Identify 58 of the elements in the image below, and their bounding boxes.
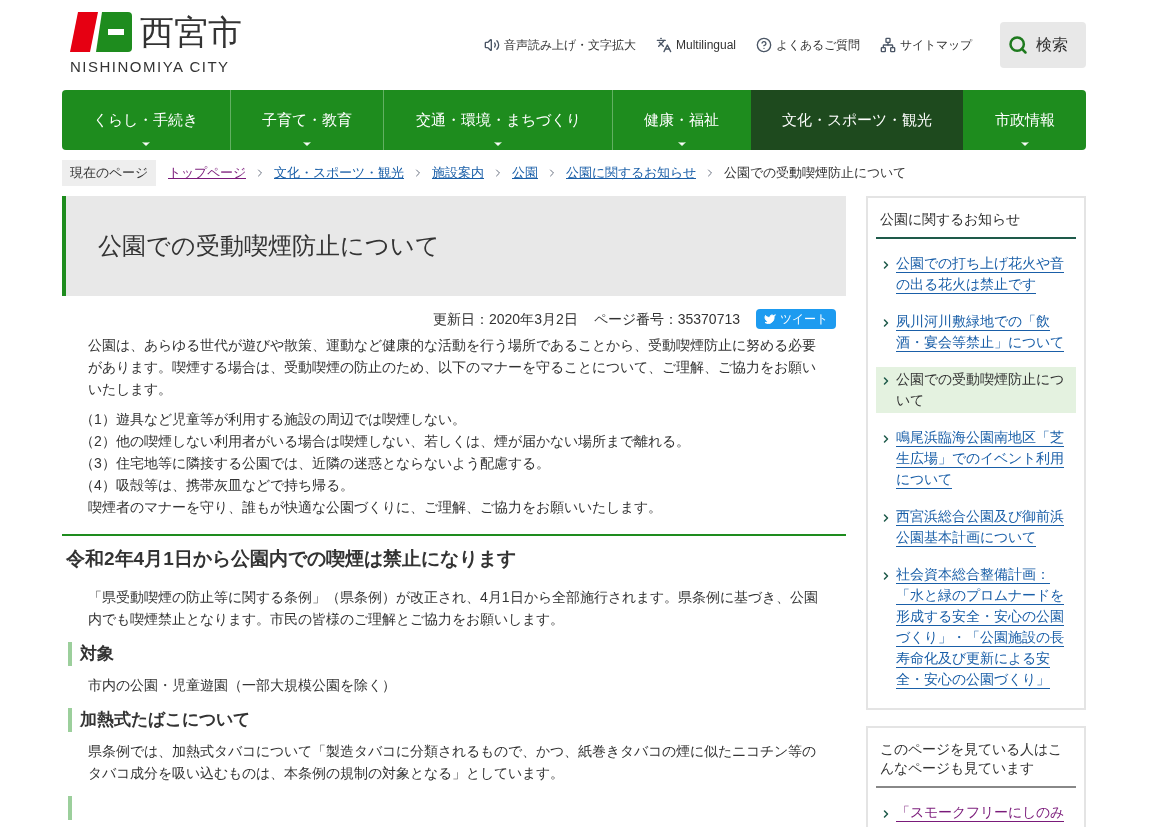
sidebar-title: 公園に関するお知らせ [876,210,1076,239]
bird-icon [764,313,776,325]
rule-item: （3）住宅地等に隣接する公園では、近隣の迷惑とならないよう配慮する。 [80,454,551,473]
sitemap-icon [880,37,896,53]
sidebar-item[interactable]: 公園での受動喫煙防止について [876,367,1076,413]
sidebar-link-text: 鳴尾浜臨海公園南地区「芝生広場」でのイベント利用について [896,429,1065,489]
section-paragraph: 「県受動喫煙の防止等に関する条例」（県条例）が改正され、4月1日から全部施行されます。県条例に基づき、公園内でも喫煙禁止となります。市民の皆様のご理解とご協力をお願いします。 [87,588,819,629]
subsection-heading: 対象 [68,642,846,666]
sidebar-item[interactable]: 公園での打ち上げ花火や音の出る花火は禁止です [876,251,1076,297]
nav-tab[interactable]: 市政情報 [963,90,1087,150]
breadcrumb-link[interactable]: 文化・スポーツ・観光 [274,163,404,183]
sidebar-item[interactable]: 西宮浜総合公園及び御前浜公園基本計画について [876,504,1076,550]
sidebar-link-text: 公園での受動喫煙防止について [896,371,1065,410]
utility-link[interactable]: よくあるご質問 [756,36,860,54]
sidebar-item[interactable]: 社会資本総合整備計画：「水と緑のプロムナードを形成する安全・安心の公園づくり」・「公園施設の長寿命化及び更新による安全・安心の公園づくり」 [876,562,1076,692]
help-icon [756,37,772,53]
utility-link[interactable]: Multilingual [655,36,736,54]
subsection-heading: 加熱式たばこについて [68,708,846,732]
rule-item: （2）他の喫煙しない利用者がいる場合は喫煙しない、若しくは、煙が届かない場所まで離れる。 [80,432,691,451]
section-heading: 令和2年4月1日から公園内での喫煙は禁止になります [62,534,846,570]
rule-item: （4）吸殻等は、携帯灰皿などで持ち帰る。 [80,476,355,495]
sidebar-item[interactable]: 鳴尾浜臨海公園南地区「芝生広場」でのイベント利用について [876,425,1076,492]
translate-icon [655,37,672,53]
nav-tab[interactable]: くらし・手続き [62,90,230,150]
breadcrumb-link[interactable]: 施設案内 [432,163,484,183]
search-icon [1008,35,1028,55]
subsection-paragraph: 県条例では、加熱式タバコについて「製造タバコに分類されるもので、かつ、紙巻きタバコの煙に似たニコチン等のタバコ成分を吸い込むものは、本条例の規制の対象となる」としています。 [87,742,817,783]
nav-tab[interactable]: 子育て・教育 [229,90,384,150]
nav-tab[interactable]: 健康・福祉 [612,90,751,150]
breadcrumb-link[interactable]: 公園に関するお知らせ [566,163,696,183]
utility-link[interactable]: 音声読み上げ・文字拡大 [483,36,636,54]
sidebar-title: このページを見ている人はこんなページも見ています [876,740,1076,788]
logo-roman: NISHINOMIYA CITY [70,57,231,77]
breadcrumb-link[interactable]: 公園 [512,163,538,183]
sidebar-link-text: 「スモークフリーにしのみ [896,804,1064,822]
page-title: 公園での受動喫煙防止について [62,196,846,296]
closing-paragraph: 喫煙者のマナーを守り、誰もが快適な公園づくりに、ご理解、ご協力をお願いいたします。 [88,498,663,517]
intro-paragraph: 公園は、あらゆる世代が遊びや散策、運動など健康的な活動を行う場所であることから、受動喫煙防止に努める必要があります。喫煙する場合は、受動喫煙の防止のため、以下のマナーを守ることについて、ご理解、ご協力をお願いいたします。 [88,336,817,399]
sidebar-link-text: 西宮浜総合公園及び御前浜公園基本計画について [896,508,1065,547]
logo-icon [70,12,132,52]
subsection-paragraph: 市内の公園・児童遊園（一部大規模公園を除く） [87,676,397,695]
breadcrumb-link[interactable]: トップページ [168,163,246,183]
nav-tab[interactable]: 文化・スポーツ・観光 [750,90,964,150]
sidebar-link-text: 公園での打ち上げ花火や音の出る花火は禁止です [896,255,1065,294]
page-number: ページ番号：35370713 [593,310,740,329]
rule-item: （1）遊具など児童等が利用する施設の周辺では喫煙しない。 [80,410,467,429]
sidebar-item[interactable]: 夙川河川敷緑地での「飲酒・宴会等禁止」について [876,309,1076,355]
sidebar-link-text: 社会資本総合整備計画：「水と緑のプロムナードを形成する安全・安心の公園づくり」・「公園施設の長寿命化及び更新による安全・安心の公園づくり」 [896,566,1065,689]
breadcrumb-current: 公園での受動喫煙防止について [724,164,906,183]
breadcrumb-label: 現在のページ [62,160,156,186]
speaker-icon [483,37,500,53]
search-button[interactable]: 検索 [1000,22,1086,68]
nav-tab[interactable]: 交通・環境・まちづくり [383,90,612,150]
sidebar-link-text: 夙川河川敷緑地での「飲酒・宴会等禁止」について [896,313,1065,352]
sidebar-item[interactable]: 「スモークフリーにしのみ [876,800,1076,825]
utility-link[interactable]: サイトマップ [880,36,972,54]
update-date: 更新日：2020年3月2日 [433,310,578,329]
logo-name: 西宮市 [140,15,242,49]
